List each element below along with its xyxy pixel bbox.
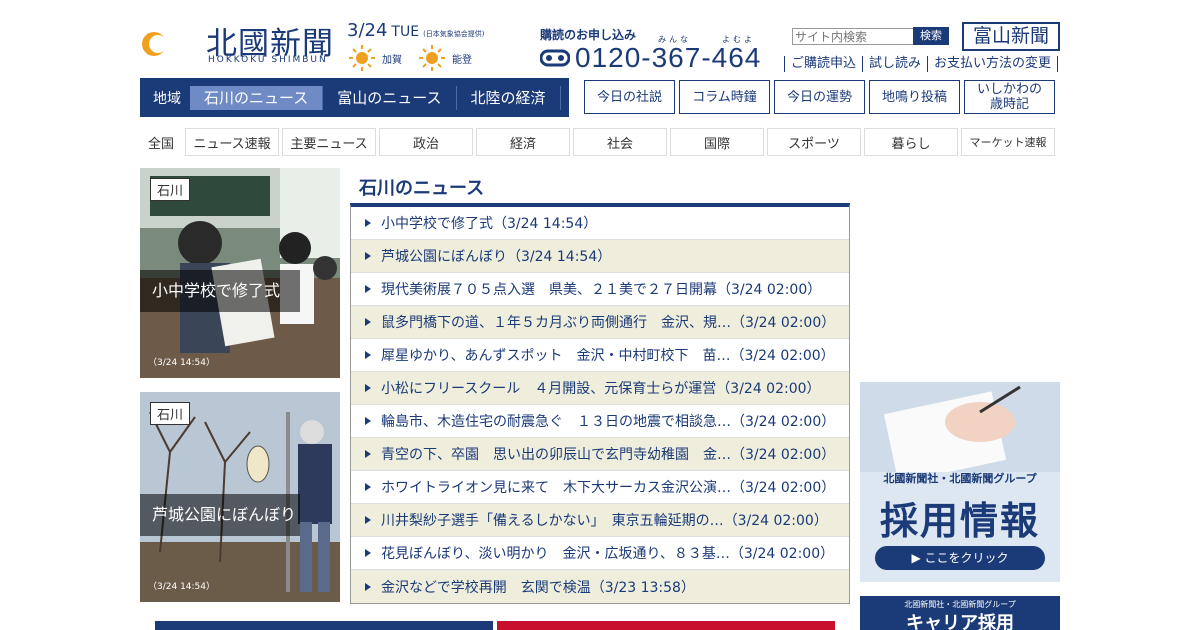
arrow-right-icon [365,450,371,458]
bottom-ad-left[interactable] [155,621,493,630]
news-headline: 小松にフリースクール ４月開設、元保育士らが運営（3/24 02:00） [381,381,821,397]
arrow-right-icon [365,351,371,359]
writing-hand-image [860,382,1060,472]
weather-noto[interactable]: 能登 [418,44,472,72]
list-item[interactable]: 芦城公園にぼんぼり（3/24 14:54） [351,240,849,273]
genre-label-national: 全国 [147,136,174,152]
weather-source: (日本気象協会提供) [423,30,485,38]
recruit-banner[interactable]: 北國新聞社・北國新聞グループ 採用情報 ▶ ここをクリック [860,382,1060,582]
news-list: 小中学校で修了式（3/24 14:54） 芦城公園にぼんぼり（3/24 14:5… [350,203,850,604]
arrow-right-icon [365,285,371,293]
arrow-right-icon [365,252,371,260]
list-item[interactable]: 犀星ゆかり、あんずスポット 金沢・中村町校下 苗…（3/24 02:00） [351,339,849,372]
list-item[interactable]: 川井梨紗子選手「備えるしかない」 東京五輪延期の…（3/24 02:00） [351,504,849,537]
trial-link[interactable]: 試し読み [862,56,927,72]
phone-number[interactable]: 0120-367-464 [575,42,761,74]
weather-area-label: 能登 [452,54,472,66]
logo-mark-icon [142,20,192,68]
bottom-ad-right[interactable] [497,621,835,630]
recruit-title: 採用情報 [879,499,1040,543]
news-section-title: 石川のニュース [359,178,485,199]
editorial-link[interactable]: 今日の社説 [584,80,675,114]
region-nav: 地域 石川のニュース 富山のニュース 北陸の経済 [140,78,569,117]
tab-toyama-news[interactable]: 富山のニュース [323,85,457,110]
weather-kaga[interactable]: 加賀 [348,44,402,72]
arrow-right-icon [365,384,371,392]
region-label: 地域 [153,90,181,107]
tab-hokuriku-economy[interactable]: 北陸の経済 [457,85,561,110]
tab-sports[interactable]: スポーツ [767,128,861,156]
recruit-click-button[interactable]: ▶ ここをクリック [875,546,1045,570]
weekday: TUE [391,24,420,40]
photo-story-2[interactable]: 石川 芦城公園にぼんぼり （3/24 14:54） [140,392,340,602]
free-dial-icon [540,49,570,67]
arrow-right-icon [365,549,371,557]
tab-ishikawa-news[interactable]: 石川のニュース [190,85,324,110]
subscribe-link[interactable]: ご購読申込 [784,56,862,72]
site-logo[interactable]: 北國新聞 HOKKOKU SHIMBUN [140,16,340,68]
list-item[interactable]: 小中学校で修了式（3/24 14:54） [351,207,849,240]
photo-time: （3/24 14:54） [148,582,216,592]
news-headline: 現代美術展７０５点入選 県美、２１美で２７日開幕（3/24 02:00） [381,282,822,298]
recruit-group-label: 北國新聞社・北國新聞グループ [883,472,1037,485]
today-date: 3/24 TUE (日本気象協会提供) [347,20,485,41]
tab-main-news[interactable]: 主要ニュース [282,128,376,156]
list-item[interactable]: 花見ぼんぼり、淡い明かり 金沢・広坂通り、８３基…（3/24 02:00） [351,537,849,570]
arrow-right-icon [365,516,371,524]
list-item[interactable]: ホワイトライオン見に来て 木下大サーカス金沢公演…（3/24 02:00） [351,471,849,504]
tab-society[interactable]: 社会 [573,128,667,156]
news-headline: 花見ぼんぼり、淡い明かり 金沢・広坂通り、８３基…（3/24 02:00） [381,546,835,562]
photo-time: （3/24 14:54） [148,358,216,368]
search-button[interactable]: 検索 [913,27,949,45]
arrow-right-icon [365,318,371,326]
region-tag: 石川 [150,178,191,201]
region-tag: 石川 [150,402,191,425]
news-headline: 犀星ゆかり、あんずスポット 金沢・中村町校下 苗…（3/24 02:00） [381,348,835,364]
column-jisho-link[interactable]: コラム時鐘 [679,80,770,114]
list-item[interactable]: 輪島市、木造住宅の耐震急ぐ １３日の地震で相談急…（3/24 02:00） [351,405,849,438]
photo-caption: 芦城公園にぼんぼり [140,494,300,536]
arrow-right-icon [365,219,371,227]
payment-change-link[interactable]: お支払い方法の変更 [927,56,1059,72]
list-item[interactable]: 現代美術展７０５点入選 県美、２１美で２７日開幕（3/24 02:00） [351,273,849,306]
toyama-shimbun-button[interactable]: 富山新聞 [962,22,1060,51]
news-headline: 輪島市、木造住宅の耐震急ぐ １３日の地震で相談急…（3/24 02:00） [381,414,836,430]
subscribe-title[interactable]: 購読のお申し込み [540,26,636,43]
horoscope-link[interactable]: 今日の運勢 [774,80,865,114]
career-title: キャリア採用 [906,613,1014,630]
sunny-icon [419,45,445,71]
list-item[interactable]: 小松にフリースクール ４月開設、元保育士らが運営（3/24 02:00） [351,372,849,405]
arrow-right-icon [365,417,371,425]
arrow-right-icon [365,582,371,591]
news-headline: 小中学校で修了式（3/24 14:54） [381,216,598,232]
news-headline: 川井梨紗子選手「備えるしかない」 東京五輪延期の…（3/24 02:00） [381,513,828,529]
news-headline: 金沢などで学校再開 玄関で検温（3/23 13:58） [381,579,695,596]
tab-lifestyle[interactable]: 暮らし [864,128,958,156]
sub-links: ご購読申込 試し読み お支払い方法の変更 [784,56,1059,72]
reader-post-link[interactable]: 地鳴り投稿 [869,80,960,114]
tab-politics[interactable]: 政治 [379,128,473,156]
list-item[interactable]: 金沢などで学校再開 玄関で検温（3/23 13:58） [351,570,849,603]
career-banner[interactable]: 北國新聞社・北國新聞グループ キャリア採用 [860,596,1060,630]
tab-market-news[interactable]: マーケット速報 [961,128,1055,156]
photo-story-1[interactable]: 石川 小中学校で修了式 （3/24 14:54） [140,168,340,378]
list-item[interactable]: 青空の下、卒園 思い出の卯辰山で玄門寺幼稚園 金…（3/24 02:00） [351,438,849,471]
seasonal-calendar-link[interactable]: いしかわの歳時記 [964,80,1055,114]
date-value: 3/24 [347,20,388,41]
news-headline: ホワイトライオン見に来て 木下大サーカス金沢公演…（3/24 02:00） [381,480,836,496]
logo-roman: HOKKOKU SHIMBUN [208,55,328,65]
tab-international[interactable]: 国際 [670,128,764,156]
list-item[interactable]: 鼠多門橋下の道、１年５カ月ぶり両側通行 金沢、規…（3/24 02:00） [351,306,849,339]
weather-area-label: 加賀 [382,54,402,66]
genre-tabs: 全国 ニュース速報 主要ニュース 政治 経済 社会 国際 スポーツ 暮らし マー… [140,128,1058,156]
tab-breaking-news[interactable]: ニュース速報 [185,128,279,156]
photo-caption: 小中学校で修了式 [140,270,300,312]
news-headline: 青空の下、卒園 思い出の卯辰山で玄門寺幼稚園 金…（3/24 02:00） [381,447,836,463]
news-headline: 鼠多門橋下の道、１年５カ月ぶり両側通行 金沢、規…（3/24 02:00） [381,315,836,331]
sunny-icon [349,45,375,71]
tab-economy[interactable]: 経済 [476,128,570,156]
arrow-right-icon [365,483,371,491]
search-input[interactable] [792,28,916,45]
news-headline: 芦城公園にぼんぼり（3/24 14:54） [381,249,612,265]
